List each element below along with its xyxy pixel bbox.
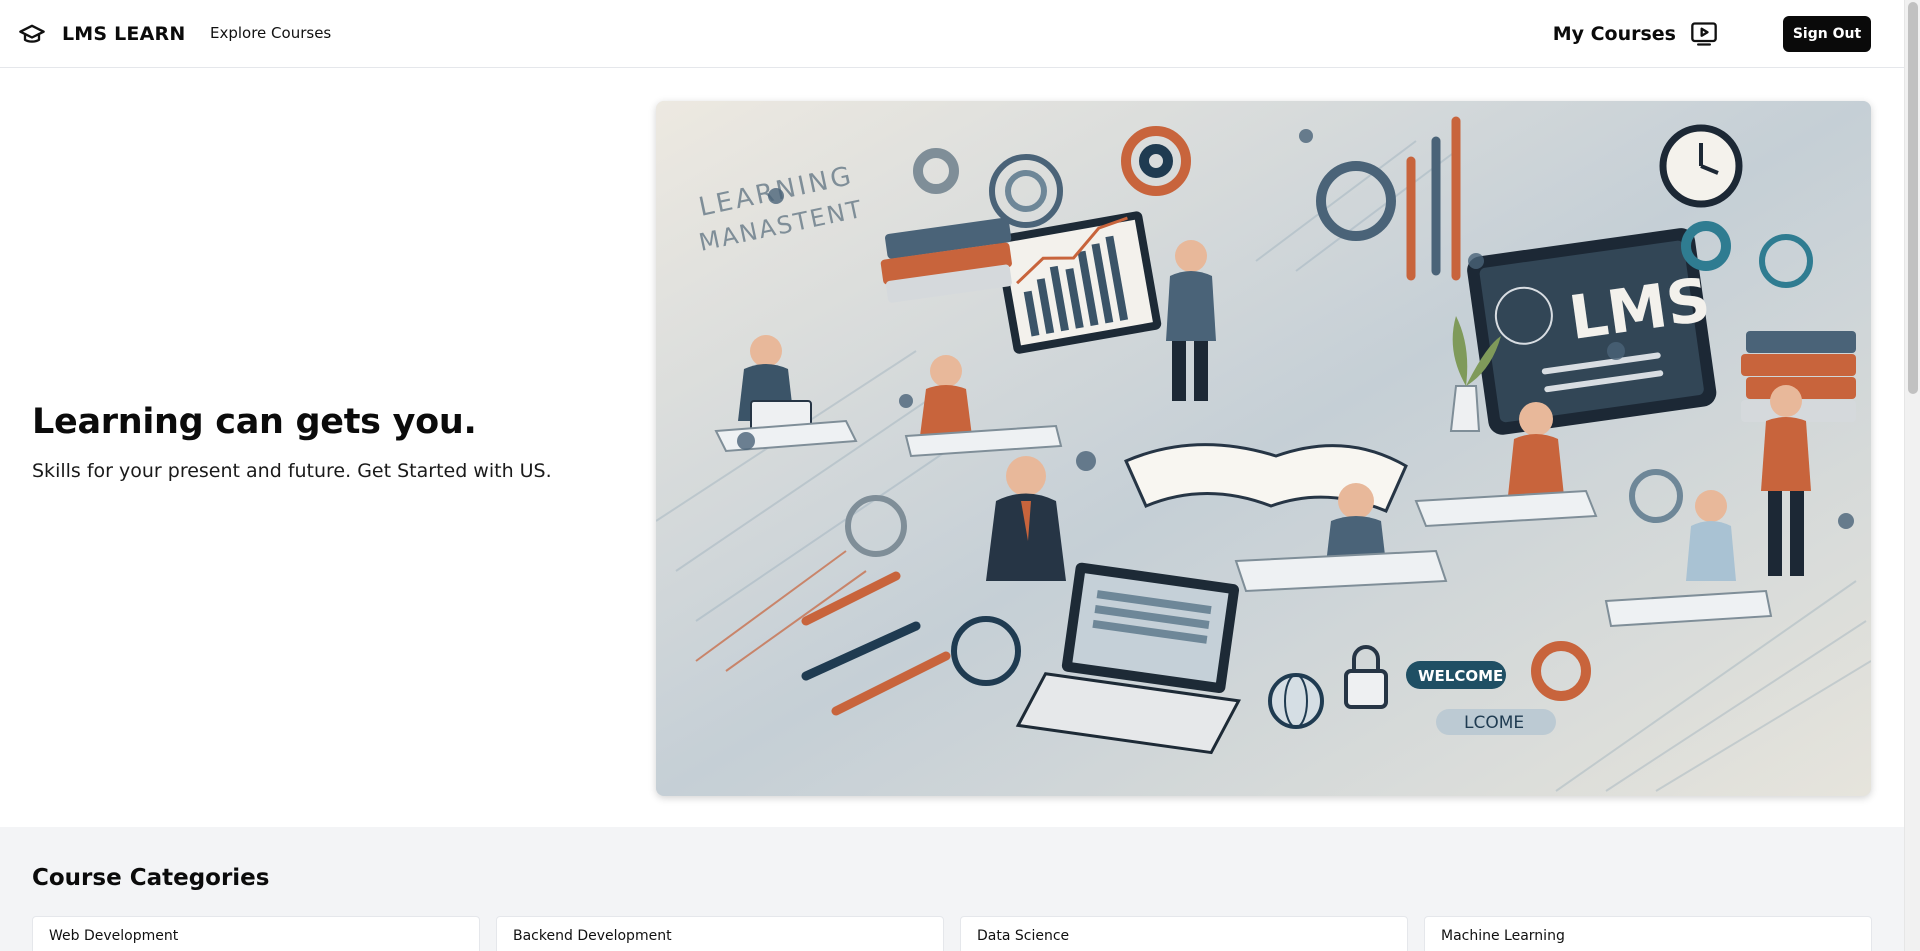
image-text-welcome: WELCOME bbox=[1418, 667, 1503, 685]
hero-subtitle: Skills for your present and future. Get … bbox=[32, 460, 552, 482]
hero-illustration: LEARNING MANASTENT LMS bbox=[656, 101, 1871, 796]
course-categories-section: Course Categories Web Development Backen… bbox=[0, 827, 1904, 951]
category-web-development[interactable]: Web Development bbox=[32, 916, 480, 951]
brand-name: LMS LEARN bbox=[62, 23, 186, 45]
page-scrollbar[interactable] bbox=[1904, 0, 1920, 951]
my-courses-link[interactable]: My Courses bbox=[1553, 20, 1720, 48]
brand-logo-link[interactable]: LMS LEARN bbox=[16, 20, 185, 48]
tv-play-icon bbox=[1691, 22, 1717, 46]
graduation-cap-icon bbox=[19, 24, 45, 43]
category-machine-learning[interactable]: Machine Learning bbox=[1424, 916, 1872, 951]
top-navigation-bar: LMS LEARN Explore Courses My Courses Sig… bbox=[0, 0, 1904, 68]
scrollbar-thumb[interactable] bbox=[1908, 2, 1918, 394]
category-data-science[interactable]: Data Science bbox=[960, 916, 1408, 951]
my-courses-label: My Courses bbox=[1552, 23, 1676, 45]
sign-out-button[interactable]: Sign Out bbox=[1783, 16, 1871, 52]
category-list: Web Development Backend Development Data… bbox=[32, 916, 1872, 951]
explore-courses-link[interactable]: Explore Courses bbox=[210, 24, 331, 42]
hero-section: Learning can gets you. Skills for your p… bbox=[0, 69, 1904, 827]
category-backend-development[interactable]: Backend Development bbox=[496, 916, 944, 951]
hero-title: Learning can gets you. bbox=[32, 402, 477, 442]
course-categories-title: Course Categories bbox=[32, 865, 270, 891]
image-text-lcome: LCOME bbox=[1464, 713, 1524, 733]
